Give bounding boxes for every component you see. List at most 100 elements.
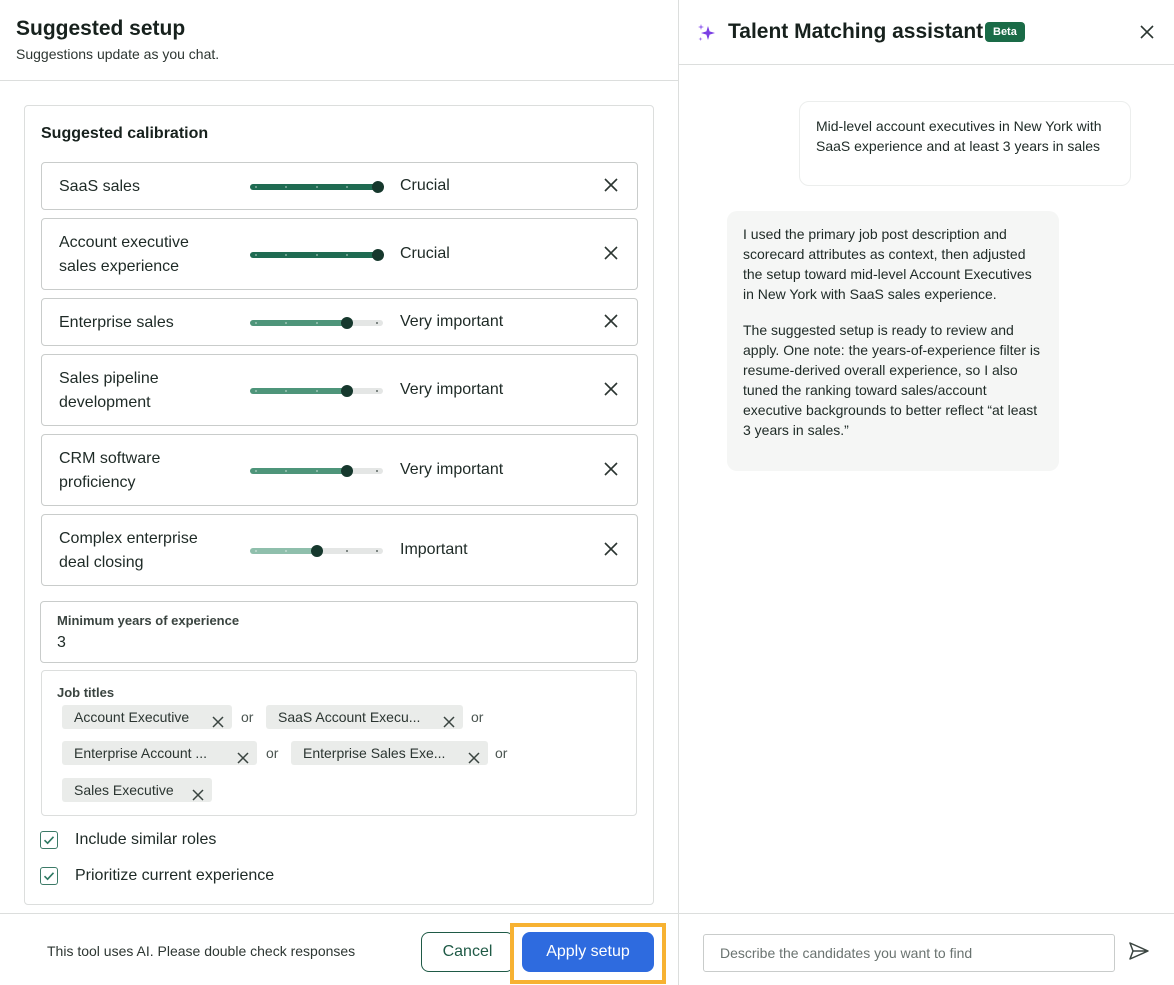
close-icon[interactable] xyxy=(1139,24,1155,40)
attribute-row-crm-software-proficiency: CRM software proficiency Very important xyxy=(41,434,638,506)
slider-step-dot xyxy=(315,390,318,392)
attribute-row-saas-sales: SaaS sales Crucial xyxy=(41,162,638,210)
setup-footer: This tool uses AI. Please double check r… xyxy=(0,913,678,985)
slider-step-dot xyxy=(255,254,257,256)
remove-chip-icon[interactable] xyxy=(468,747,480,764)
job-titles-label: Job titles xyxy=(57,685,115,700)
slider-step-dot xyxy=(315,322,318,324)
prioritize-current-experience-checkbox[interactable] xyxy=(40,867,58,885)
prioritize-current-experience-label: Prioritize current experience xyxy=(75,867,275,884)
remove-chip-icon[interactable] xyxy=(212,711,224,728)
slider-fill xyxy=(250,388,348,394)
cancel-button[interactable]: Cancel xyxy=(421,932,514,972)
importance-level: Very important xyxy=(400,381,504,398)
slider-fill xyxy=(250,548,318,554)
slider-step-dot xyxy=(376,322,378,324)
slider-step-dot xyxy=(255,322,257,324)
remove-chip-icon[interactable] xyxy=(237,747,249,764)
beta-badge: Beta xyxy=(985,22,1025,42)
slider-step-dot xyxy=(345,186,348,188)
setup-header: Suggested setup Suggestions update as yo… xyxy=(0,0,678,81)
slider-step-dot xyxy=(345,254,348,256)
slider-handle[interactable] xyxy=(341,385,353,397)
slider-handle[interactable] xyxy=(341,317,353,329)
min-years-label: Minimum years of experience xyxy=(57,613,240,628)
attribute-name: Complex enterprise deal closing xyxy=(59,530,198,571)
remove-chip-icon[interactable] xyxy=(192,784,204,801)
job-title-chip-label: Enterprise Sales Exe... xyxy=(303,745,446,761)
slider-step-dot xyxy=(315,254,318,256)
min-years-field[interactable]: Minimum years of experience xyxy=(40,601,638,663)
include-similar-roles-label: Include similar roles xyxy=(75,831,217,848)
slider-fill xyxy=(250,468,348,474)
job-title-chip: Enterprise Sales Exe... xyxy=(291,741,488,765)
importance-slider[interactable] xyxy=(250,545,383,557)
remove-attribute-icon[interactable] xyxy=(604,178,620,194)
attribute-name: Account executive sales experience xyxy=(59,234,189,275)
slider-step-dot xyxy=(255,550,257,552)
attribute-name: SaaS sales xyxy=(59,178,140,195)
remove-attribute-icon[interactable] xyxy=(604,314,620,330)
or-separator: or xyxy=(495,745,508,761)
user-message: Mid-level account executives in New York… xyxy=(799,101,1131,186)
attribute-row-complex-enterprise-deal-closing: Complex enterprise deal closing Important xyxy=(41,514,638,586)
attribute-row-sales-pipeline-development: Sales pipeline development Very important xyxy=(41,354,638,426)
importance-slider[interactable] xyxy=(250,385,383,397)
or-separator: or xyxy=(471,709,484,725)
slider-handle[interactable] xyxy=(372,249,384,261)
attribute-row-enterprise-sales: Enterprise sales Very important xyxy=(41,298,638,346)
job-title-chip: Enterprise Account ... xyxy=(62,741,257,765)
calibration-title: Suggested calibration xyxy=(41,125,209,142)
importance-level: Very important xyxy=(400,313,504,330)
remove-attribute-icon[interactable] xyxy=(604,462,620,478)
importance-level: Very important xyxy=(400,461,504,478)
assistant-message: I used the primary job post description … xyxy=(727,211,1059,471)
importance-slider[interactable] xyxy=(250,249,384,261)
importance-slider[interactable] xyxy=(250,317,383,329)
slider-handle[interactable] xyxy=(372,181,384,193)
assistant-header: Talent Matching assistant Beta xyxy=(679,0,1174,65)
job-title-chip-label: Sales Executive xyxy=(74,782,174,798)
job-title-chip-label: Enterprise Account ... xyxy=(74,745,208,761)
slider-step-dot xyxy=(255,390,257,392)
remove-chip-icon[interactable] xyxy=(443,711,455,728)
include-similar-roles-checkbox[interactable] xyxy=(40,831,58,849)
attribute-row-account-executive-sales-experience: Account executive sales experience Crucia… xyxy=(41,218,638,290)
assistant-message-paragraph: The suggested setup is ready to review a… xyxy=(743,322,1041,438)
slider-step-dot xyxy=(255,186,257,188)
assistant-message-paragraph: I used the primary job post description … xyxy=(743,226,1032,302)
job-title-chip: SaaS Account Execu... xyxy=(266,705,463,729)
attribute-name: CRM software proficiency xyxy=(59,450,161,491)
remove-attribute-icon[interactable] xyxy=(604,382,620,398)
chat-input[interactable] xyxy=(703,934,1115,972)
min-years-input[interactable] xyxy=(57,634,597,652)
attribute-name: Enterprise sales xyxy=(59,314,174,331)
slider-handle[interactable] xyxy=(311,545,323,557)
importance-level: Important xyxy=(400,541,468,558)
slider-step-dot xyxy=(315,470,318,472)
apply-setup-button[interactable]: Apply setup xyxy=(522,932,654,972)
slider-fill xyxy=(250,184,379,190)
slider-handle[interactable] xyxy=(341,465,353,477)
job-title-chip: Sales Executive xyxy=(62,778,212,802)
importance-slider[interactable] xyxy=(250,181,384,193)
job-title-chip-label: Account Executive xyxy=(74,709,190,725)
importance-level: Crucial xyxy=(400,245,450,262)
importance-level: Crucial xyxy=(400,177,450,194)
job-titles-field[interactable]: Job titles Account Executive or SaaS Acc… xyxy=(41,670,637,816)
setup-title: Suggested setup xyxy=(16,17,186,40)
job-title-chip-label: SaaS Account Execu... xyxy=(278,709,421,725)
setup-subtitle: Suggestions update as you chat. xyxy=(16,46,220,62)
slider-step-dot xyxy=(376,390,378,392)
or-separator: or xyxy=(266,745,279,761)
assistant-title: Talent Matching assistant xyxy=(728,20,984,43)
send-icon[interactable] xyxy=(1128,940,1150,962)
attribute-name: Sales pipeline development xyxy=(59,370,159,411)
chat-composer xyxy=(679,913,1174,985)
slider-step-dot xyxy=(255,470,257,472)
slider-fill xyxy=(250,320,348,326)
remove-attribute-icon[interactable] xyxy=(604,246,620,262)
job-title-chip: Account Executive xyxy=(62,705,232,729)
remove-attribute-icon[interactable] xyxy=(604,542,620,558)
importance-slider[interactable] xyxy=(250,465,383,477)
